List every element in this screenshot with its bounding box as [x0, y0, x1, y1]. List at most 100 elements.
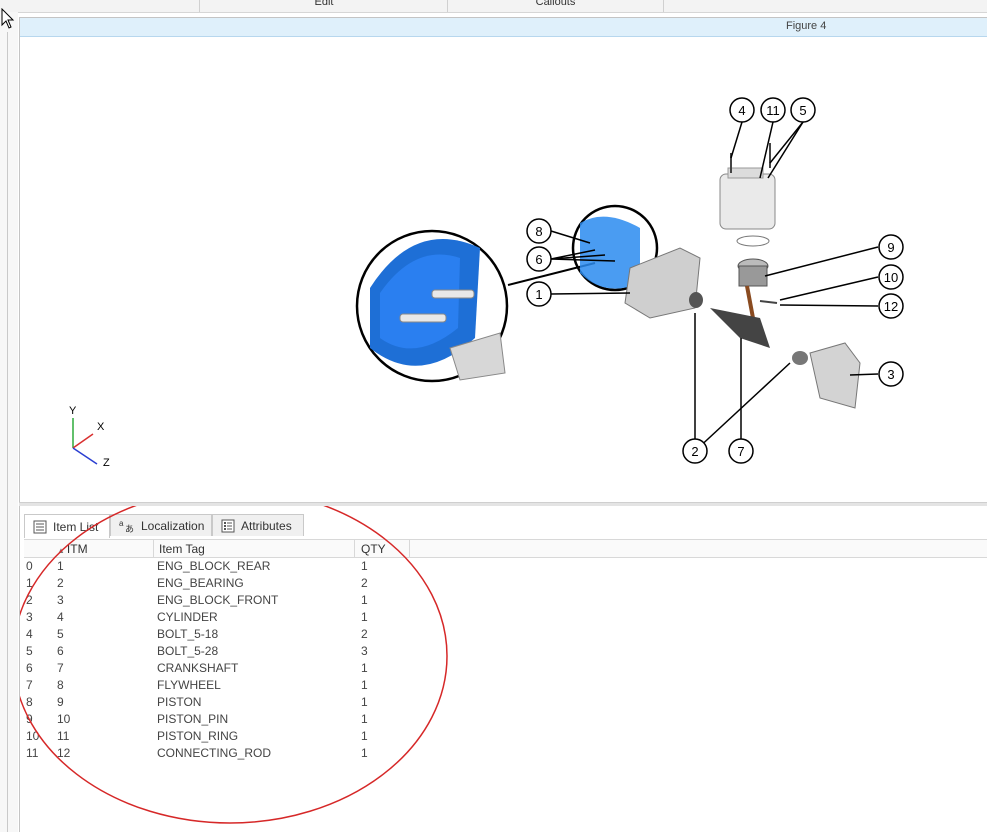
tab-attributes[interactable]: Attributes — [212, 514, 304, 536]
tab-localization[interactable]: a あ Localization — [110, 514, 212, 536]
axis-y-label: Y — [69, 405, 77, 417]
table-row[interactable]: 0 1 ENG_BLOCK_REAR 1 — [24, 558, 987, 575]
row-index: 3 — [26, 610, 33, 624]
column-divider[interactable] — [409, 540, 410, 557]
header-item-tag[interactable]: Item Tag — [159, 542, 205, 556]
callout-8-label: 8 — [535, 224, 542, 239]
item-tag: BOLT_5-18 — [157, 627, 219, 641]
callout-12-label: 12 — [884, 299, 898, 314]
callout-4-label: 4 — [738, 103, 745, 118]
item-qty: 2 — [361, 627, 368, 641]
callouts-group[interactable]: Callouts — [447, 0, 664, 12]
table-row[interactable]: 6 7 CRANKSHAFT 1 — [24, 660, 987, 677]
illustration-canvas[interactable]: Figure 4 Y X Z 4 11 5 8 6 1 9 10 12 3 2 … — [19, 17, 987, 503]
table-row[interactable]: 2 3 ENG_BLOCK_FRONT 1 — [24, 592, 987, 609]
item-tag: CONNECTING_ROD — [157, 746, 272, 760]
row-index: 9 — [26, 712, 33, 726]
ribbon-toolbar: Edit Callouts — [0, 0, 987, 13]
item-number: 8 — [57, 678, 64, 692]
row-index: 11 — [26, 746, 39, 760]
edit-group-label: Edit — [314, 0, 334, 8]
attributes-icon — [221, 519, 235, 532]
parts-illustration — [580, 143, 861, 409]
callout-11[interactable]: 11 — [760, 97, 786, 123]
callout-7[interactable]: 7 — [728, 438, 754, 464]
item-qty: 1 — [361, 678, 368, 692]
table-row[interactable]: 9 10 PISTON_PIN 1 — [24, 711, 987, 728]
item-tag: ENG_BEARING — [157, 576, 244, 590]
row-index: 1 — [26, 576, 33, 590]
table-row[interactable]: 1 2 ENG_BEARING 2 — [24, 575, 987, 592]
item-tag: CYLINDER — [157, 610, 218, 624]
tab-localization-label: Localization — [141, 518, 205, 533]
item-tag: PISTON_RING — [157, 729, 239, 743]
table-row[interactable]: 3 4 CYLINDER 1 — [24, 609, 987, 626]
axis-x-label: X — [97, 421, 105, 433]
item-qty: 1 — [361, 559, 368, 573]
table-row[interactable]: 8 9 PISTON 1 — [24, 694, 987, 711]
exploded-view-drawing: Y X Z 4 11 5 8 6 1 9 10 12 3 2 7 — [69, 97, 904, 469]
callout-9-label: 9 — [887, 240, 894, 255]
header-qty[interactable]: QTY — [361, 542, 386, 556]
item-number: 4 — [57, 610, 64, 624]
row-index: 10 — [26, 729, 40, 743]
list-icon — [33, 520, 47, 533]
callouts-group-label: Callouts — [535, 0, 576, 8]
callout-9[interactable]: 9 — [878, 234, 904, 260]
item-number: 5 — [57, 627, 64, 641]
callout-2[interactable]: 2 — [682, 438, 708, 464]
callout-8[interactable]: 8 — [526, 218, 552, 244]
callout-10[interactable]: 10 — [878, 264, 904, 290]
column-divider[interactable] — [354, 540, 355, 557]
callout-12[interactable]: 12 — [878, 293, 904, 319]
header-itm[interactable]: ▲ ITM — [57, 542, 88, 556]
item-qty: 1 — [361, 610, 368, 624]
item-qty: 1 — [361, 712, 368, 726]
item-number: 10 — [57, 712, 71, 726]
tab-item-list[interactable]: Item List — [24, 514, 110, 538]
item-number: 6 — [57, 644, 64, 658]
callout-5[interactable]: 5 — [790, 97, 816, 123]
table-row[interactable]: 7 8 FLYWHEEL 1 — [24, 677, 987, 694]
axis-z-label: Z — [103, 457, 110, 469]
table-body: 0 1 ENG_BLOCK_REAR 1 1 2 ENG_BEARING 2 2 3 ENG_BLO… — [24, 558, 987, 762]
item-number: 11 — [57, 729, 70, 743]
bottom-panel: Item List a あ Localization Attributes ▲ I… — [19, 506, 987, 832]
callout-10-label: 10 — [884, 270, 898, 285]
row-index: 2 — [26, 593, 33, 607]
coordinate-triad: Y X Z — [69, 405, 110, 469]
callout-3[interactable]: 3 — [878, 361, 904, 387]
item-tag: FLYWHEEL — [157, 678, 221, 692]
item-list-table: ▲ ITM Item Tag QTY 0 1 ENG_BLOCK_REAR 1 1 2 ENG… — [24, 539, 987, 762]
item-qty: 1 — [361, 729, 368, 743]
callout-4[interactable]: 4 — [729, 97, 755, 123]
table-row[interactable]: 10 11 PISTON_RING 1 — [24, 728, 987, 745]
callout-11-label: 11 — [766, 103, 780, 118]
svg-text:a: a — [119, 519, 124, 528]
table-row[interactable]: 5 6 BOLT_5-28 3 — [24, 643, 987, 660]
item-qty: 1 — [361, 593, 368, 607]
item-number: 7 — [57, 661, 64, 675]
item-tag: PISTON — [157, 695, 202, 709]
callout-7-label: 7 — [737, 444, 744, 459]
mouse-cursor-icon — [1, 8, 15, 29]
callout-1-label: 1 — [535, 287, 542, 302]
item-number: 1 — [57, 559, 64, 573]
item-tag: ENG_BLOCK_FRONT — [157, 593, 279, 607]
item-qty: 1 — [361, 661, 368, 675]
edit-group[interactable]: Edit — [199, 0, 448, 12]
sort-up-icon: ▲ — [57, 546, 65, 555]
table-row[interactable]: 11 12 CONNECTING_ROD 1 — [24, 745, 987, 762]
column-divider[interactable] — [153, 540, 154, 557]
left-panel-divider — [7, 32, 8, 832]
item-qty: 2 — [361, 576, 368, 590]
callout-6[interactable]: 6 — [526, 246, 552, 272]
callout-6-label: 6 — [535, 252, 542, 267]
callout-1[interactable]: 1 — [526, 281, 552, 307]
table-row[interactable]: 4 5 BOLT_5-18 2 — [24, 626, 987, 643]
row-index: 7 — [26, 678, 33, 692]
translate-icon: a あ — [119, 519, 134, 533]
item-qty: 1 — [361, 746, 368, 760]
left-panel-strip — [0, 12, 18, 832]
item-qty: 1 — [361, 695, 368, 709]
